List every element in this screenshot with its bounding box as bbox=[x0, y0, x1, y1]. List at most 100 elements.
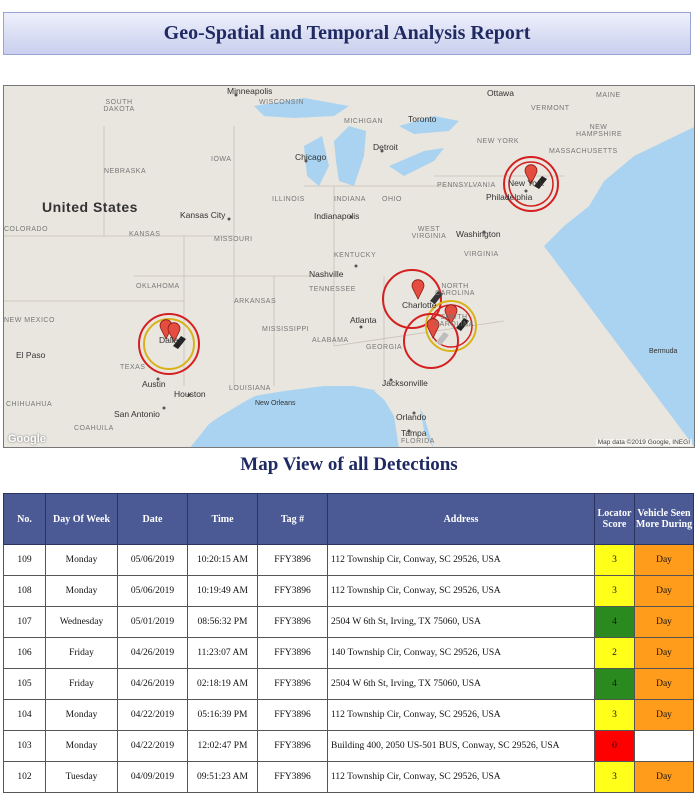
cell-date: 05/06/2019 bbox=[117, 575, 188, 607]
cell-day: Wednesday bbox=[45, 606, 118, 638]
cell-locator-score: 3 bbox=[594, 544, 635, 576]
detections-table: No. Day Of Week Date Time Tag # Address … bbox=[3, 493, 694, 793]
cell-tag: FFY3896 bbox=[257, 730, 328, 762]
cell-time: 05:16:39 PM bbox=[187, 699, 258, 731]
map-city-label: Bermuda bbox=[649, 348, 678, 355]
table-row: 107 Wednesday 05/01/2019 08:56:32 PM FFY3896… bbox=[3, 606, 694, 638]
detections-map[interactable]: United States SOUTH DAKOTA WISCONSIN MIC… bbox=[3, 85, 695, 448]
cell-vehicle-seen: Day bbox=[634, 544, 694, 576]
map-state-label: ARKANSAS bbox=[234, 298, 277, 305]
map-city-label: Indianapolis bbox=[314, 211, 360, 221]
map-section-title: Map View of all Detections bbox=[240, 454, 458, 475]
map-city-label: Toronto bbox=[408, 114, 437, 124]
cell-no: 106 bbox=[3, 637, 46, 669]
map-city-label: Atlanta bbox=[350, 315, 377, 325]
cell-day: Monday bbox=[45, 699, 118, 731]
header-tag: Tag # bbox=[257, 493, 328, 545]
cell-no: 103 bbox=[3, 730, 46, 762]
map-city-label: Chicago bbox=[295, 152, 327, 162]
cell-day: Monday bbox=[45, 730, 118, 762]
cell-time: 09:51:23 AM bbox=[187, 761, 258, 793]
cell-day: Friday bbox=[45, 637, 118, 669]
table-row: 109 Monday 05/06/2019 10:20:15 AM FFY3896 112… bbox=[3, 544, 694, 576]
table-row: 106 Friday 04/26/2019 11:23:07 AM FFY3896 140… bbox=[3, 637, 694, 669]
header-date: Date bbox=[117, 493, 188, 545]
cell-tag: FFY3896 bbox=[257, 575, 328, 607]
map-state-label: SOUTH CAROLINA bbox=[434, 314, 474, 328]
cell-no: 104 bbox=[3, 699, 46, 731]
map-city-label: Ottawa bbox=[487, 88, 514, 98]
table-header-row: No. Day Of Week Date Time Tag # Address … bbox=[3, 493, 694, 545]
header-day-of-week: Day Of Week bbox=[45, 493, 118, 545]
cell-address: Building 400, 2050 US-501 BUS, Conway, S… bbox=[327, 730, 595, 762]
cell-locator-score: 4 bbox=[594, 668, 635, 700]
cell-vehicle-seen bbox=[634, 730, 694, 762]
map-country-label: United States bbox=[42, 199, 138, 215]
map-state-label: COLORADO bbox=[4, 226, 49, 233]
map-state-label: TENNESSEE bbox=[309, 286, 356, 293]
map-state-label: ILLINOIS bbox=[272, 196, 305, 203]
map-city-label: Dallas bbox=[159, 335, 183, 345]
table-row: 103 Monday 04/22/2019 12:02:47 PM FFY3896 Bui… bbox=[3, 730, 694, 762]
cell-date: 04/26/2019 bbox=[117, 668, 188, 700]
cell-time: 10:20:15 AM bbox=[187, 544, 258, 576]
cell-date: 04/22/2019 bbox=[117, 699, 188, 731]
map-city-label: New Orleans bbox=[255, 400, 296, 407]
cell-time: 12:02:47 PM bbox=[187, 730, 258, 762]
cell-address: 140 Township Cir, Conway, SC 29526, USA bbox=[327, 637, 595, 669]
map-state-label: ALABAMA bbox=[312, 337, 349, 344]
cell-no: 109 bbox=[3, 544, 46, 576]
map-state-label: OHIO bbox=[382, 196, 402, 203]
map-city-label: El Paso bbox=[16, 350, 46, 360]
report-title-banner: Geo-Spatial and Temporal Analysis Report bbox=[3, 12, 691, 55]
map-state-label: GEORGIA bbox=[366, 344, 403, 351]
cell-locator-score: 3 bbox=[594, 575, 635, 607]
map-state-label: MASSACHUSETTS bbox=[549, 148, 618, 155]
map-state-label: KANSAS bbox=[129, 231, 161, 238]
cell-address: 112 Township Cir, Conway, SC 29526, USA bbox=[327, 699, 595, 731]
cell-vehicle-seen: Day bbox=[634, 606, 694, 638]
map-city-label: Jacksonville bbox=[382, 378, 428, 388]
map-state-label: PENNSYLVANIA bbox=[437, 182, 496, 189]
cell-day: Friday bbox=[45, 668, 118, 700]
cell-address: 2504 W 6th St, Irving, TX 75060, USA bbox=[327, 606, 595, 638]
map-city-label: Nashville bbox=[309, 269, 344, 279]
map-state-label: NEW MEXICO bbox=[4, 317, 55, 324]
map-state-label: NORTH CAROLINA bbox=[435, 283, 475, 297]
cell-locator-score: 0 bbox=[594, 730, 635, 762]
cell-no: 105 bbox=[3, 668, 46, 700]
map-city-label: Detroit bbox=[373, 142, 399, 152]
map-state-label: NEW HAMPSHIRE bbox=[576, 124, 623, 138]
map-state-label: LOUISIANA bbox=[229, 385, 271, 392]
map-state-label: CHIHUAHUA bbox=[6, 401, 53, 408]
header-vehicle-seen: Vehicle Seen More During bbox=[634, 493, 694, 545]
map-state-label: VERMONT bbox=[531, 105, 570, 112]
cell-tag: FFY3896 bbox=[257, 544, 328, 576]
table-row: 102 Tuesday 04/09/2019 09:51:23 AM FFY3896 11… bbox=[3, 761, 694, 793]
cell-locator-score: 3 bbox=[594, 761, 635, 793]
cell-date: 05/01/2019 bbox=[117, 606, 188, 638]
cell-address: 112 Township Cir, Conway, SC 29526, USA bbox=[327, 761, 595, 793]
cell-no: 108 bbox=[3, 575, 46, 607]
cell-date: 04/09/2019 bbox=[117, 761, 188, 793]
header-locator-score: Locator Score bbox=[594, 493, 635, 545]
cell-address: 112 Township Cir, Conway, SC 29526, USA bbox=[327, 544, 595, 576]
cell-vehicle-seen: Day bbox=[634, 699, 694, 731]
report-title: Geo-Spatial and Temporal Analysis Report bbox=[163, 22, 531, 44]
cell-vehicle-seen: Day bbox=[634, 637, 694, 669]
table-row: 108 Monday 05/06/2019 10:19:49 AM FFY3896 112… bbox=[3, 575, 694, 607]
map-city-label: Washington bbox=[456, 229, 501, 239]
cell-address: 2504 W 6th St, Irving, TX 75060, USA bbox=[327, 668, 595, 700]
map-state-label: KENTUCKY bbox=[334, 252, 377, 259]
cell-tag: FFY3896 bbox=[257, 761, 328, 793]
cell-locator-score: 2 bbox=[594, 637, 635, 669]
map-state-label: NEW YORK bbox=[477, 138, 519, 145]
map-city-label: Philadelphia bbox=[486, 192, 533, 202]
cell-no: 107 bbox=[3, 606, 46, 638]
cell-date: 05/06/2019 bbox=[117, 544, 188, 576]
map-state-label: WEST VIRGINIA bbox=[411, 226, 447, 240]
map-attribution[interactable]: Map data ©2019 Google, INEGI bbox=[595, 439, 692, 446]
cell-tag: FFY3896 bbox=[257, 637, 328, 669]
cell-day: Monday bbox=[45, 544, 118, 576]
map-city-label: Charlotte bbox=[402, 300, 437, 310]
